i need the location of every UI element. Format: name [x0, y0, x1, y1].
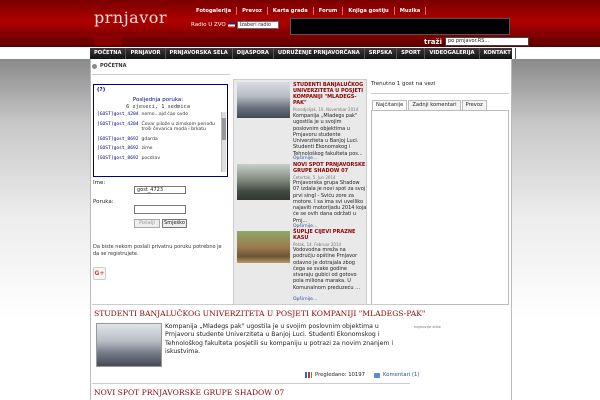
shoutbox-scrollbar[interactable] [221, 112, 226, 172]
google-plus-icon[interactable]: G+ [93, 267, 106, 280]
article-title[interactable]: NOVI SPOT PRNJAVORSKE GRUPE SHADOW 07 [94, 388, 284, 397]
shout-message: [GOST]gost_4204 Čovar pilože u zimskom pe… [97, 122, 221, 133]
news-thumbnail[interactable] [237, 231, 290, 263]
top-menu: Fotogalerija Prevoz Karta grada Forum Kn… [191, 7, 427, 15]
radio-player: Radio U ZVO Izaberi radio [191, 21, 279, 29]
news-title[interactable]: STUDENTI BANJALUČKOG UNIVERZITETA U POSJ… [293, 82, 367, 106]
news-thumbnail[interactable] [237, 82, 290, 118]
shout-user[interactable]: [GOST]gost_4204 [97, 112, 139, 118]
news-date: Ponedjeljak, 10. Novembar 2014 [293, 107, 359, 112]
stats-icon [305, 372, 312, 378]
home-icon[interactable] [92, 63, 97, 69]
news-title[interactable]: ŠUPLJE CIJEVI PRAZNE KASU [293, 229, 367, 241]
radio-display [290, 18, 510, 35]
shout-user[interactable]: [GOST]gost_8692 [97, 156, 139, 162]
shout-user[interactable]: [GOST]gost_8692 [97, 137, 139, 143]
tab-zadnji-komentari[interactable]: Zadnji komentari [408, 100, 461, 110]
nav-item-pocetna[interactable]: POČETNA [90, 48, 127, 59]
send-button[interactable]: Pošalji [134, 219, 160, 228]
search-area: traži po prnjavor.RS... [424, 37, 529, 46]
name-input[interactable]: gost_4723 [134, 186, 186, 194]
message-input[interactable] [134, 205, 186, 214]
site-header: prnjavor Fotogalerija Prevoz Karta grada… [0, 0, 600, 47]
shout-text: nemo...ajd ćao ovdo [141, 112, 189, 117]
shout-message: [GOST]gost_8692 pocdrav [97, 156, 221, 162]
search-input[interactable]: po prnjavor.RS... [445, 37, 529, 46]
divider [371, 93, 509, 94]
header-banner-button[interactable] [94, 35, 122, 45]
article-stats: Pregledano: 10197 Komentari (1) [305, 372, 419, 378]
shoutbox-messages: [GOST]gost_4204 nemo...ajd ćao ovdo [GOST… [97, 112, 221, 165]
tab-content [371, 110, 509, 305]
shout-user[interactable]: [GOST]gost_4204 [97, 122, 139, 133]
tab-prevoz[interactable]: Prevoz [461, 100, 487, 110]
shout-message: [GOST]gost_4204 nemo...ajd ćao ovdo [97, 112, 221, 118]
shout-text: Čovar pilože u zimskom periodu troši čev… [141, 121, 216, 133]
scrollbar-thumb[interactable] [222, 118, 226, 140]
news-more-link[interactable]: Opširnije... [293, 156, 317, 161]
topmenu-prevoz[interactable]: Prevoz [237, 7, 268, 15]
shoutbox-last-ago: 6 sjeseci, 1 sedmica [126, 104, 190, 110]
topmenu-knjiga-gostiju[interactable]: Knjiga gostiju [343, 7, 395, 15]
topmenu-forum[interactable]: Forum [314, 7, 344, 15]
flag-icon [227, 22, 235, 28]
nav-item-videogalerija[interactable]: VIDEOGALERIJA [425, 48, 480, 59]
news-item: ŠUPLJE CIJEVI PRAZNE KASU Petak, 14. Feb… [237, 229, 366, 304]
smiley-button[interactable]: Smješko [162, 219, 187, 228]
name-label: Ime: [93, 180, 106, 186]
nav-item-prnjavor[interactable]: PRNJAVOR [126, 48, 166, 59]
site-logo[interactable]: prnjavor [94, 8, 167, 27]
news-column: STUDENTI BANJALUČKOG UNIVERZITETA U POSJ… [233, 79, 367, 305]
shout-user[interactable]: [GOST]gost_8692 [97, 146, 139, 152]
divider [92, 304, 410, 305]
message-label: Poruka: [93, 199, 114, 205]
shout-text: pocdrav [141, 155, 161, 161]
sidebar-footer-note: najnovije slike [414, 324, 441, 329]
guests-online: Trenutno 1 gost na vezi [371, 81, 436, 87]
divider [92, 383, 410, 384]
shout-message: [GOST]gost_8692 gdarda [97, 137, 221, 143]
radio-label: Radio U ZVO [191, 22, 226, 28]
article-title[interactable]: STUDENTI BANJALUČKOG UNIVERZITETA U POSJ… [94, 309, 425, 318]
register-notice: Da biste nekom poslali privatnu poruku p… [93, 244, 222, 257]
topmenu-karta-grada[interactable]: Karta grada [268, 7, 314, 15]
shout-message: [GOST]gost_8692 zime [97, 146, 221, 152]
breadcrumb-current: POČETNA [100, 63, 127, 69]
article-image[interactable] [96, 323, 162, 367]
article-body: Kompanija „Mladegs pak" ugostila je u sv… [165, 323, 394, 355]
breadcrumb: POČETNA [92, 63, 126, 69]
nav-item-sport[interactable]: SPORT [397, 48, 426, 59]
shoutbox-last-label: Posljednja poruka: [132, 97, 184, 103]
news-item: NOVI SPOT PRNJAVORSKE GRUPE SHADOW 07 Če… [237, 162, 366, 232]
comments-link[interactable]: Komentari (1) [383, 372, 419, 378]
divider [92, 74, 230, 75]
views-count: Pregledano: 10197 [315, 372, 366, 378]
nav-item-udruzenje[interactable]: UDRUŽENJE PRNJAVORČANA [274, 48, 365, 59]
comment-icon [374, 372, 381, 378]
topmenu-fotogalerija[interactable]: Fotogalerija [191, 7, 238, 15]
news-item: STUDENTI BANJALUČKOG UNIVERZITETA U POSJ… [237, 82, 366, 162]
shout-text: gdarda [141, 136, 158, 142]
main-nav: POČETNA PRNJAVOR PRNJAVORSKA SELA DIJASP… [90, 48, 516, 59]
news-body: Prnjavorska grupa Shadow 07 izdala je no… [293, 180, 367, 224]
search-label: traži [424, 37, 442, 46]
topmenu-muzika[interactable]: Muzika [395, 7, 427, 15]
shout-text: zime [141, 146, 153, 151]
shoutbox-help-link[interactable]: (?) [97, 87, 105, 93]
tab-najcitanije[interactable]: Najčitanije [372, 100, 408, 110]
news-body: Vodovodna mreža na području opštine Prnj… [293, 247, 360, 291]
shoutbox: (?) Posljednja poruka: 6 sjeseci, 1 sedm… [93, 84, 228, 177]
news-title[interactable]: NOVI SPOT PRNJAVORSKE GRUPE SHADOW 07 [293, 162, 367, 174]
radio-select[interactable]: Izaberi radio [236, 21, 279, 29]
sidebar-tabs: Najčitanije Zadnji komentari Prevoz [372, 100, 488, 110]
nav-item-sela[interactable]: PRNJAVORSKA SELA [166, 48, 233, 59]
nav-item-srpska[interactable]: SRPSKA [365, 48, 398, 59]
news-thumbnail[interactable] [237, 164, 290, 200]
news-body: Kompanija „Mladegs pak" ugostila je u sv… [293, 113, 363, 157]
nav-item-kontakt[interactable]: KONTAKT [480, 48, 516, 59]
nav-item-dijaspora[interactable]: DIJASPORA [233, 48, 274, 59]
news-more-link[interactable]: Opširnije... [293, 297, 317, 302]
